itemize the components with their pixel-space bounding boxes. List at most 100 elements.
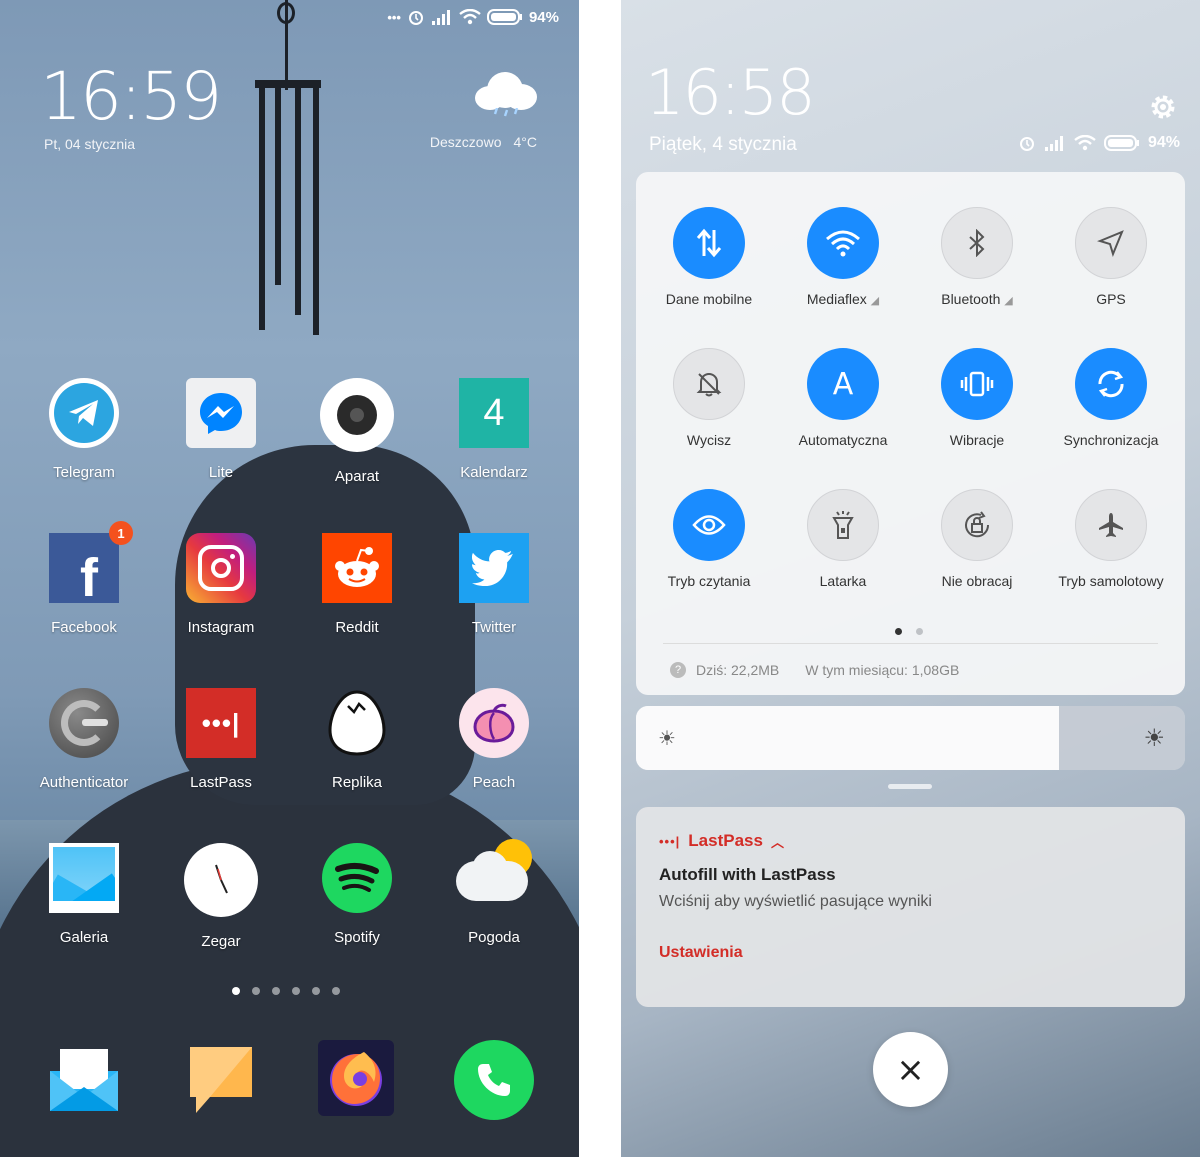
calendar-icon: 4 — [459, 378, 529, 448]
notification-lastpass[interactable]: •••| LastPass ︿ Autofill with LastPass W… — [636, 807, 1185, 1007]
app-lastpass[interactable]: •••| LastPass — [153, 688, 289, 791]
toggle-label: Automatyczna — [798, 432, 888, 448]
brightness-fill — [636, 706, 1059, 770]
app-label: Kalendarz — [460, 464, 528, 481]
vibrate-icon — [941, 348, 1013, 420]
firefox-icon[interactable] — [318, 1040, 394, 1116]
mail-icon[interactable] — [44, 1040, 124, 1120]
reddit-icon — [322, 533, 392, 603]
app-label: Facebook — [51, 619, 117, 636]
toggles-page-indicator — [895, 628, 923, 635]
app-label: Pogoda — [468, 929, 520, 946]
toggle-mobile-data[interactable]: Dane mobilne — [641, 207, 777, 307]
shade-clock[interactable]: 16:58 — [645, 56, 816, 129]
brightness-high-icon: ☀ — [1143, 725, 1165, 752]
app-authenticator[interactable]: Authenticator — [16, 688, 152, 791]
page-dot[interactable] — [232, 987, 240, 995]
home-screen: ••• 94% 16:59 Pt, 04 stycznia Deszczowo … — [0, 0, 579, 1157]
page-dot[interactable] — [895, 628, 902, 635]
page-dot[interactable] — [272, 987, 280, 995]
app-facebook[interactable]: f 1 Facebook — [16, 521, 152, 636]
page-dot[interactable] — [332, 987, 340, 995]
rotation-lock-icon — [941, 489, 1013, 561]
drag-handle[interactable] — [888, 784, 932, 789]
telegram-icon — [49, 378, 119, 448]
page-dot[interactable] — [252, 987, 260, 995]
page-dot[interactable] — [312, 987, 320, 995]
app-instagram[interactable]: Instagram — [153, 533, 289, 636]
messages-icon[interactable] — [181, 1040, 261, 1120]
chevron-up-icon[interactable]: ︿ — [771, 832, 784, 851]
toggle-bluetooth[interactable]: Bluetooth ◢ — [909, 207, 1045, 307]
toggle-airplane-mode[interactable]: Tryb samolotowy — [1043, 489, 1179, 589]
app-label: Telegram — [53, 464, 115, 481]
wifi-icon — [459, 9, 481, 25]
replika-egg-icon — [322, 688, 392, 758]
toggle-label: Latarka — [819, 573, 867, 589]
facebook-icon: f 1 — [49, 521, 133, 608]
settings-action-button[interactable]: Ustawienia — [659, 944, 743, 962]
toggle-rotation-lock[interactable]: Nie obracaj — [909, 489, 1045, 589]
gallery-icon — [49, 843, 119, 913]
toggle-label: Dane mobilne — [665, 291, 753, 307]
toggle-vibration[interactable]: Wibracje — [909, 348, 1045, 448]
app-label: Twitter — [471, 619, 517, 636]
app-twitter[interactable]: Twitter — [426, 533, 562, 636]
app-replika[interactable]: Replika — [289, 688, 425, 791]
toggle-label: Wibracje — [949, 432, 1005, 448]
spotify-icon — [322, 843, 392, 913]
app-spotify[interactable]: Spotify — [289, 843, 425, 946]
brightness-slider[interactable]: ☀ ☀ — [636, 706, 1185, 770]
app-zegar[interactable]: Zegar — [153, 843, 289, 950]
app-lite[interactable]: Lite — [153, 378, 289, 481]
battery-icon — [486, 9, 522, 25]
expand-corner-icon: ◢ — [1004, 295, 1013, 307]
app-label: Galeria — [59, 929, 109, 946]
app-kalendarz[interactable]: 4 Kalendarz — [426, 378, 562, 481]
toggle-auto-brightness[interactable]: A Automatyczna — [775, 348, 911, 448]
toggle-mute[interactable]: Wycisz — [641, 348, 777, 448]
toggle-label: Tryb samolotowy — [1058, 573, 1164, 589]
home-clock[interactable]: 16:59 — [40, 58, 222, 135]
weather-temp: 4°C — [513, 134, 538, 150]
app-reddit[interactable]: Reddit — [289, 533, 425, 636]
data-usage[interactable]: ? Dziś: 22,2MB W tym miesiącu: 1,08GB — [670, 662, 959, 678]
brightness-track — [1058, 706, 1185, 770]
weather-widget[interactable]: Deszczowo 4°C — [430, 134, 537, 150]
shade-date[interactable]: Piątek, 4 stycznia — [649, 134, 797, 156]
app-telegram[interactable]: Telegram — [16, 378, 152, 481]
status-bar: ••• 94% — [387, 8, 559, 26]
toggle-wifi[interactable]: Mediaflex ◢ — [775, 207, 911, 307]
app-label: Authenticator — [39, 774, 129, 791]
app-galeria[interactable]: Galeria — [16, 843, 152, 946]
app-peach[interactable]: Peach — [426, 688, 562, 791]
toggle-reading-mode[interactable]: Tryb czytania — [641, 489, 777, 589]
close-button[interactable]: × — [873, 1032, 948, 1107]
camera-icon — [320, 378, 394, 452]
toggle-label: Mediaflex — [806, 291, 867, 307]
authenticator-icon — [49, 688, 119, 758]
wifi-icon — [1074, 135, 1096, 151]
page-dot[interactable] — [916, 628, 923, 635]
page-indicator — [232, 987, 340, 995]
weather-rain-icon[interactable] — [475, 72, 537, 118]
phone-icon[interactable] — [454, 1040, 534, 1120]
toggle-sync[interactable]: Synchronizacja — [1043, 348, 1179, 448]
mobile-data-icon — [673, 207, 745, 279]
weather-condition: Deszczowo — [429, 134, 502, 150]
toggle-gps[interactable]: GPS — [1043, 207, 1179, 307]
toggle-label: Nie obracaj — [941, 573, 1013, 589]
signal-icon — [431, 10, 450, 25]
toggle-flashlight[interactable]: Latarka — [775, 489, 911, 589]
page-dot[interactable] — [292, 987, 300, 995]
sync-icon — [1075, 348, 1147, 420]
gear-icon[interactable] — [1148, 92, 1178, 122]
app-pogoda[interactable]: Pogoda — [426, 839, 562, 946]
app-label: Zegar — [201, 933, 241, 950]
toggle-label: Tryb czytania — [667, 573, 751, 589]
app-aparat[interactable]: Aparat — [289, 378, 425, 485]
app-label: Peach — [472, 774, 516, 791]
usage-month: W tym miesiącu: 1,08GB — [805, 662, 960, 678]
notification-title: Autofill with LastPass — [659, 865, 836, 884]
expand-corner-icon: ◢ — [870, 295, 880, 307]
